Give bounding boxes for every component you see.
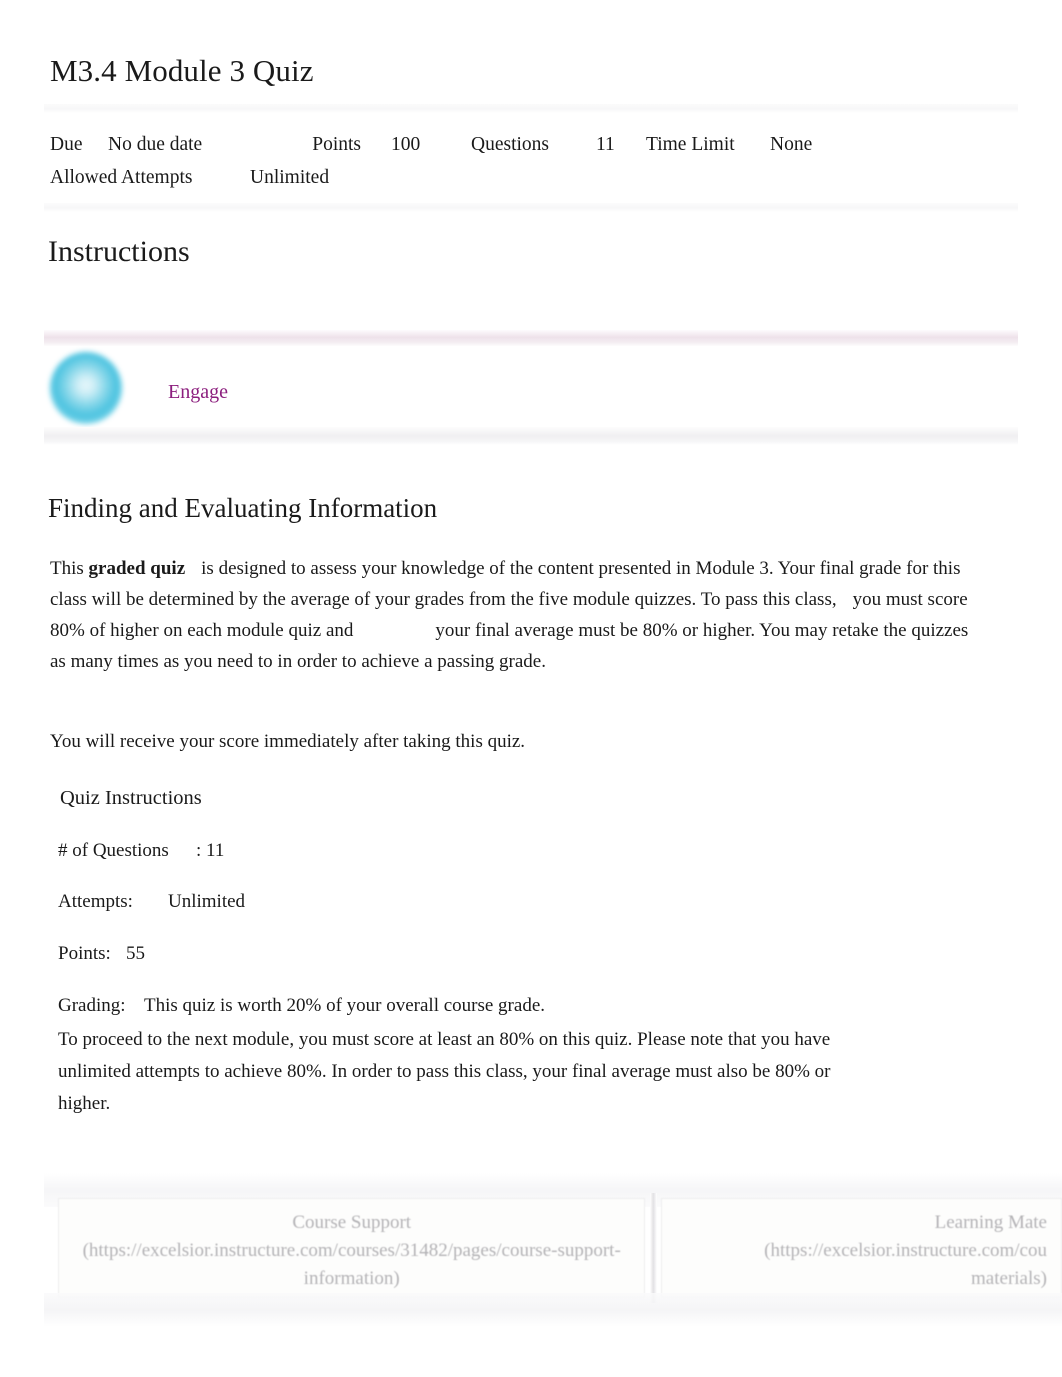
footer-cell-divider xyxy=(650,1193,657,1303)
proceed-note-paragraph: To proceed to the next module, you must … xyxy=(58,1029,831,1114)
intro-paragraph: This graded quiz is designed to assess yo… xyxy=(50,553,982,677)
points-detail-value: 55 xyxy=(126,943,145,965)
section-heading: Finding and Evaluating Information xyxy=(48,493,438,523)
engage-banner: Engage xyxy=(44,330,1018,445)
footer-link-table: Course Support (https://excelsior.instru… xyxy=(58,1198,1062,1298)
due-value: No due date xyxy=(108,134,203,155)
course-support-url[interactable]: (https://excelsior.instructure.com/cours… xyxy=(73,1237,630,1293)
allowed-attempts-value: Unlimited xyxy=(250,167,330,188)
learning-materials-url[interactable]: (https://excelsior.instructure.com/cou xyxy=(676,1237,1047,1265)
quiz-instructions-row-questions: # of Questions : 11 xyxy=(58,840,958,863)
course-support-cell[interactable]: Course Support (https://excelsior.instru… xyxy=(58,1198,646,1298)
engage-banner-top-bar xyxy=(44,330,1018,346)
quiz-metadata: Due No due date Points 100 Questions 11 Time L… xyxy=(50,128,1010,194)
intro-middle: is designed to assess your knowledge of … xyxy=(50,558,961,610)
attempts-label: Attempts: xyxy=(58,891,133,913)
points-label: Points xyxy=(312,134,361,155)
time-limit-label: Time Limit xyxy=(646,134,735,155)
engage-label: Engage xyxy=(168,381,228,403)
grading-value: This quiz is worth 20% of your overall c… xyxy=(144,994,546,1016)
attempts-value: Unlimited xyxy=(168,891,246,913)
quiz-metadata-row-2: Allowed Attempts Unlimited xyxy=(50,161,1010,194)
learning-materials-cell[interactable]: Learning Mate (https://excelsior.instruc… xyxy=(661,1198,1062,1298)
quiz-instructions-title: Quiz Instructions xyxy=(60,787,202,809)
footer-links-section: Course Support (https://excelsior.instru… xyxy=(44,1163,1062,1331)
grading-label: Grading: xyxy=(58,994,126,1016)
questions-count-label: # of Questions xyxy=(58,839,169,861)
footer-bottom-band xyxy=(44,1293,1062,1327)
quiz-instructions-row-attempts: Attempts: Unlimited xyxy=(58,891,958,914)
allowed-attempts-label: Allowed Attempts xyxy=(50,167,193,188)
page-title: M3.4 Module 3 Quiz xyxy=(50,53,314,88)
engage-glow-icon xyxy=(50,352,122,424)
points-detail-label: Points: xyxy=(58,943,111,965)
intro-emphasis: graded quiz xyxy=(88,558,186,579)
score-notice-paragraph: You will receive your score immediately … xyxy=(50,731,526,752)
quiz-page: M3.4 Module 3 Quiz Due No due date Points 1… xyxy=(0,0,1062,1377)
header-divider-bottom xyxy=(44,203,1018,212)
questions-value: 11 xyxy=(596,134,615,155)
quiz-instructions-row-points: Points: 55 xyxy=(58,943,958,966)
time-limit-value: None xyxy=(770,134,813,155)
learning-materials-title: Learning Mate xyxy=(934,1212,1047,1233)
engage-banner-bottom-bar xyxy=(44,427,1018,445)
quiz-instructions-row-grading: Grading: This quiz is worth 20% of your o… xyxy=(58,995,958,1018)
questions-label: Questions xyxy=(471,134,549,155)
quiz-instructions-block: Quiz Instructions # of Questions : 11 Att… xyxy=(58,786,958,1047)
questions-count-value: : 11 xyxy=(196,839,225,861)
instructions-heading: Instructions xyxy=(48,235,190,268)
course-support-title: Course Support xyxy=(292,1212,412,1233)
quiz-metadata-row-1: Due No due date Points 100 Questions 11 Time L… xyxy=(50,128,1010,161)
header-divider-top xyxy=(44,104,1018,113)
learning-materials-url-tail[interactable]: materials) xyxy=(676,1265,1047,1293)
intro-before: This xyxy=(50,558,89,579)
due-label: Due xyxy=(50,134,83,155)
points-value: 100 xyxy=(391,134,421,155)
